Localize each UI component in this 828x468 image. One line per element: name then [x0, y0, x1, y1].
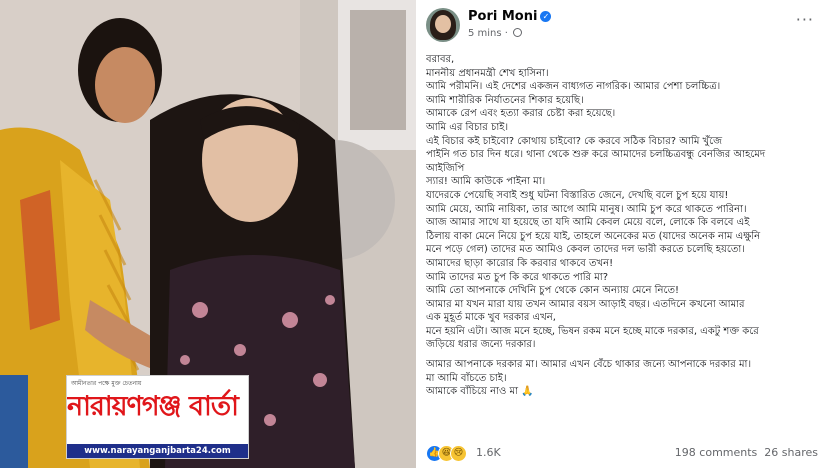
- post-line: আইজিপি: [426, 162, 465, 174]
- facebook-post: Pori Moni ✓ 5 mins · ··· বরাবর, মাননীয় প…: [416, 0, 828, 468]
- post-line: আমাদের ছাড়া কারোর কি করবার থাকবে তখন!: [426, 257, 614, 269]
- post-line: স্যার! আমি কাউকে পাইনা মা।: [426, 176, 546, 188]
- post-line: আমি মেয়ে, আমি নায়িকা, তার আগে আমি মানু…: [426, 203, 747, 215]
- post-line: বরাবর,: [426, 54, 455, 65]
- post-line: এক মুহূর্ত মাকে খুব দরকার এখন,: [426, 312, 556, 324]
- news-photo: আমীনতার পক্ষে মুক্ত চেতনায় নারায়ণগঞ্জ …: [0, 0, 416, 468]
- author-name[interactable]: Pori Moni: [468, 9, 537, 24]
- post-line: আমার আপনাকে দরকার মা। আমার এখন বেঁচে থাক…: [426, 359, 752, 371]
- post-line: ঠিলায় বাকা মেনে নিয়ে চুপ হয়ে যাই, তাহ…: [426, 230, 761, 242]
- more-options-icon[interactable]: ···: [796, 10, 814, 29]
- globe-icon: [513, 28, 523, 37]
- post-author[interactable]: Pori Moni ✓: [468, 9, 552, 24]
- news-site-logo: আমীনতার পক্ষে মুক্ত চেতনায় নারায়ণগঞ্জ …: [66, 375, 249, 459]
- post-line: মাননীয় প্রধানমন্ত্রী শেখ হাসিনা।: [426, 67, 549, 79]
- reaction-count[interactable]: 1.6K: [476, 446, 501, 459]
- post-line: আমার মা যখন মারা যায় তখন আমার বয়স আড়া…: [426, 298, 745, 310]
- post-stats: 👍 😆 😢 1.6K 198 comments 26 shares: [426, 444, 818, 462]
- post-meta: 5 mins ·: [468, 28, 523, 39]
- reaction-icons[interactable]: 👍 😆 😢: [426, 445, 467, 462]
- post-line: মনে পড়ে গেল) তাদের মত আমিও কেবল তাদের দ…: [426, 244, 745, 256]
- post-line: এই বিচার কই চাইবো? কোথায় চাইবো? কে করবে…: [426, 135, 723, 147]
- post-line: আমি এর বিচার চাই।: [426, 121, 509, 133]
- post-line: আমাকে রেপ এবং হত্যা করার চেষ্টা করা হয়ে…: [426, 108, 616, 120]
- post-body: বরাবর, মাননীয় প্রধানমন্ত্রী শেখ হাসিনা।…: [426, 53, 822, 399]
- avatar[interactable]: [426, 8, 460, 42]
- post-line: মনে হয়নি এটা। আজ মনে হচ্ছে, ভিষন রকম মন…: [426, 325, 759, 337]
- post-line: আমাকে বাঁচিয়ে নাও মা 🙏: [426, 386, 534, 398]
- post-line: আমি পরীমনি। এই দেশের একজন বাধ্যগত নাগরিক…: [426, 81, 721, 93]
- logo-url: www.narayanganjbarta24.com: [67, 444, 248, 458]
- comment-count[interactable]: 198 comments: [675, 446, 757, 459]
- post-line: আমি শারীরিক নির্যাতনের শিকার হয়েছি।: [426, 94, 584, 106]
- post-line: আজ আমার সাথে যা হয়েছে তা যদি আমি কেবল ম…: [426, 217, 750, 229]
- post-time[interactable]: 5 mins: [468, 28, 502, 39]
- post-line: পাইনি গত চার দিন ধরে। থানা থেকে শুরু করে…: [426, 149, 766, 161]
- post-line: মা আমি বাঁচতে চাই।: [426, 372, 507, 384]
- verified-badge-icon: ✓: [540, 11, 552, 22]
- post-line: যাদেরকে পেয়েছি সবাই শুধু ঘটনা বিস্তারিত…: [426, 189, 729, 201]
- sad-reaction-icon: 😢: [450, 445, 467, 462]
- post-line: আমি তাদের মত চুপ কি করে থাকতে পারি মা?: [426, 271, 608, 283]
- post-line: আমি তো আপনাকে দেখিনি চুপ থেকে কোন অন্যায…: [426, 285, 679, 297]
- post-line: জড়িয়ে ধরার জন্যে দরকার।: [426, 339, 536, 351]
- logo-brand: নারায়ণগঞ্জ বার্তা ২৪: [67, 391, 248, 422]
- share-count[interactable]: 26 shares: [764, 446, 818, 459]
- comments-shares[interactable]: 198 comments 26 shares: [675, 446, 818, 459]
